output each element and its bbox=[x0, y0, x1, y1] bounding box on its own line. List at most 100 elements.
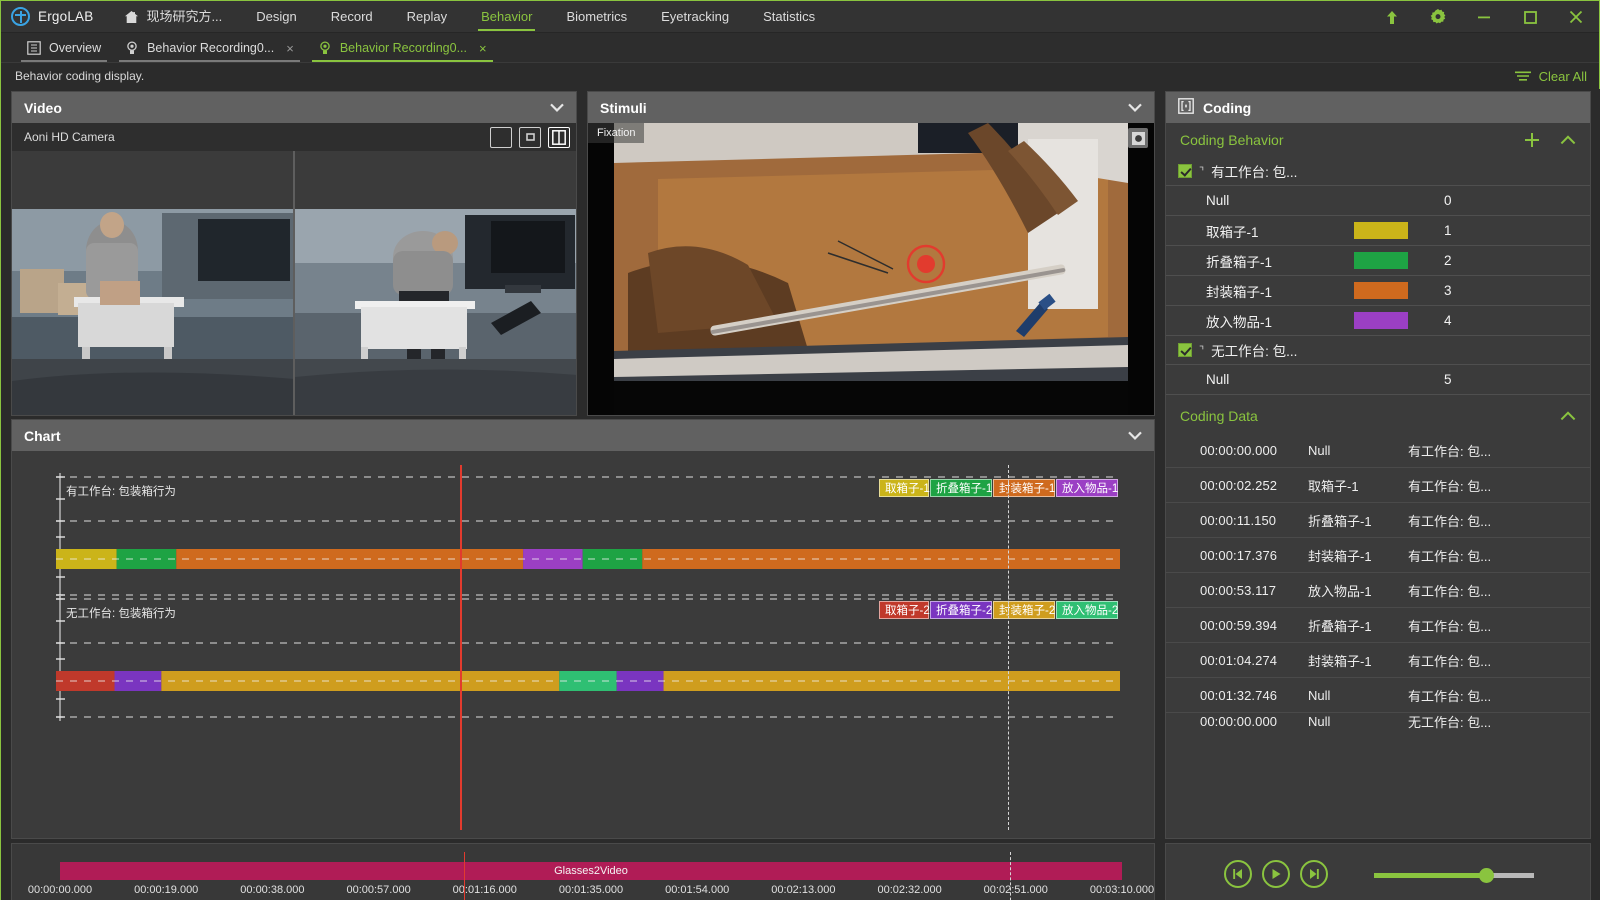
chart-legend-chip: 放入物品-1 bbox=[1056, 479, 1118, 497]
play-button[interactable] bbox=[1262, 860, 1290, 888]
coding-data-row[interactable]: 00:00:11.150折叠箱子-1有工作台: 包... bbox=[1166, 503, 1590, 538]
chart-legend-chip: 封装箱子-1 bbox=[993, 479, 1055, 497]
coding-data-group: 有工作台: 包... bbox=[1408, 511, 1590, 530]
coding-data-time: 00:00:00.000 bbox=[1200, 714, 1308, 729]
chart-panel: Chart 有工作台: 包装箱行为放入物品-1封装箱子-1折叠箱子-1取箱子-1… bbox=[11, 419, 1155, 839]
tab-bar: Overview Behavior Recording0... × Behavi… bbox=[1, 33, 1599, 63]
behavior-row[interactable]: Null5 bbox=[1166, 365, 1590, 395]
menu-item-statistics[interactable]: Statistics bbox=[746, 1, 832, 33]
zoom-slider[interactable] bbox=[1374, 873, 1534, 878]
split-view-button[interactable] bbox=[548, 127, 570, 148]
timeline-body[interactable]: Glasses2Video 00:00:00.00000:00:19.00000… bbox=[12, 844, 1154, 900]
video-feed-left[interactable] bbox=[12, 151, 293, 415]
behavior-group-label: 无工作台: 包... bbox=[1211, 340, 1297, 360]
behavior-name: 封装箱子-1 bbox=[1206, 281, 1354, 301]
slider-knob[interactable] bbox=[1479, 868, 1494, 883]
behavior-index: 5 bbox=[1444, 372, 1452, 387]
menu-item-field-study[interactable]: 现场研究方... bbox=[107, 1, 239, 33]
coding-data-section-header: Coding Data bbox=[1166, 399, 1590, 433]
menu-item-record[interactable]: Record bbox=[314, 1, 390, 33]
menu-item-behavior[interactable]: Behavior bbox=[464, 1, 549, 33]
application-window: ErgoLAB 现场研究方... Design Record Replay Be… bbox=[0, 0, 1600, 900]
tab-close-button[interactable]: × bbox=[479, 41, 487, 56]
tab-close-button[interactable]: × bbox=[286, 41, 294, 56]
menu-item-eyetracking[interactable]: Eyetracking bbox=[644, 1, 746, 33]
image-toggle-icon[interactable] bbox=[1128, 128, 1148, 148]
chevron-down-icon[interactable] bbox=[1128, 431, 1142, 440]
coding-data-row[interactable]: 00:00:53.117放入物品-1有工作台: 包... bbox=[1166, 573, 1590, 608]
chart-cursor[interactable] bbox=[1008, 465, 1009, 830]
coding-data-behavior: 取箱子-1 bbox=[1308, 476, 1408, 495]
timeline-cursor[interactable] bbox=[1010, 852, 1011, 900]
coding-data-row[interactable]: 00:00:17.376封装箱子-1有工作台: 包... bbox=[1166, 538, 1590, 573]
behavior-row[interactable]: 封装箱子-13 bbox=[1166, 276, 1590, 306]
status-text: Behavior coding display. bbox=[15, 69, 144, 83]
timeline-playhead[interactable] bbox=[464, 852, 466, 900]
step-back-button[interactable] bbox=[1224, 860, 1252, 888]
chart-legend-chip: 放入物品-2 bbox=[1056, 601, 1118, 619]
coding-data-behavior: Null bbox=[1308, 714, 1408, 729]
behavior-group[interactable]: ⌝ 无工作台: 包... bbox=[1166, 336, 1590, 365]
stimuli-view[interactable]: Fixation bbox=[588, 123, 1154, 415]
behavior-index: 1 bbox=[1444, 223, 1452, 238]
coding-data-time: 00:00:59.394 bbox=[1200, 618, 1308, 633]
coding-data-row[interactable]: 00:00:02.252取箱子-1有工作台: 包... bbox=[1166, 468, 1590, 503]
chart-body[interactable]: 有工作台: 包装箱行为放入物品-1封装箱子-1折叠箱子-1取箱子-1无工作台: … bbox=[12, 451, 1154, 838]
coding-behavior-title: Coding Behavior bbox=[1180, 132, 1284, 148]
collapse-data-button[interactable] bbox=[1560, 411, 1576, 421]
upload-icon[interactable] bbox=[1369, 1, 1415, 33]
video-feed-right[interactable] bbox=[295, 151, 576, 415]
timeline-track-label: Glasses2Video bbox=[554, 865, 628, 877]
coding-data-time: 00:00:17.376 bbox=[1200, 548, 1308, 563]
menu-item-replay[interactable]: Replay bbox=[390, 1, 464, 33]
menu-items: 现场研究方... Design Record Replay Behavior B… bbox=[107, 1, 832, 33]
behavior-group[interactable]: ⌝有工作台: 包... bbox=[1166, 157, 1590, 186]
gear-icon[interactable] bbox=[1415, 1, 1461, 33]
camera-icon bbox=[125, 41, 139, 55]
tree-branch-icon: ⌝ bbox=[1199, 344, 1204, 357]
behavior-row[interactable]: 放入物品-14 bbox=[1166, 306, 1590, 336]
behavior-color-swatch bbox=[1354, 222, 1408, 239]
tab-behavior-recording-1[interactable]: Behavior Recording0... × bbox=[113, 34, 306, 62]
list-icon bbox=[27, 41, 41, 55]
coding-data-group: 有工作台: 包... bbox=[1408, 476, 1590, 495]
maximize-icon[interactable] bbox=[1507, 1, 1553, 33]
chevron-down-icon[interactable] bbox=[550, 103, 564, 112]
behavior-row[interactable]: Null0 bbox=[1166, 186, 1590, 216]
timeline-track[interactable]: Glasses2Video bbox=[60, 862, 1122, 880]
chart-playhead[interactable] bbox=[460, 465, 462, 830]
menu-item-design[interactable]: Design bbox=[239, 1, 313, 33]
behavior-group-checkbox[interactable] bbox=[1178, 164, 1192, 178]
single-view-button[interactable] bbox=[490, 127, 512, 148]
behavior-row[interactable]: 取箱子-11 bbox=[1166, 216, 1590, 246]
minimize-icon[interactable] bbox=[1461, 1, 1507, 33]
chevron-down-icon[interactable] bbox=[1128, 103, 1142, 112]
tab-underline bbox=[119, 60, 300, 62]
step-forward-button[interactable] bbox=[1300, 860, 1328, 888]
behavior-name: 折叠箱子-1 bbox=[1206, 251, 1354, 271]
fixation-label: Fixation bbox=[588, 123, 644, 143]
coding-data-row[interactable]: 00:01:32.746Null有工作台: 包... bbox=[1166, 678, 1590, 713]
coding-data-time: 00:00:02.252 bbox=[1200, 478, 1308, 493]
behavior-row[interactable]: 折叠箱子-12 bbox=[1166, 246, 1590, 276]
behavior-group-checkbox[interactable] bbox=[1178, 343, 1192, 357]
coding-data-group: 有工作台: 包... bbox=[1408, 686, 1590, 705]
close-icon[interactable] bbox=[1553, 1, 1599, 33]
tab-behavior-recording-2[interactable]: Behavior Recording0... × bbox=[306, 34, 499, 62]
menu-item-biometrics[interactable]: Biometrics bbox=[549, 1, 644, 33]
menu-bar: ErgoLAB 现场研究方... Design Record Replay Be… bbox=[1, 1, 1599, 33]
tab-overview[interactable]: Overview bbox=[15, 34, 113, 62]
coding-data-list[interactable]: 00:00:00.000Null有工作台: 包...00:00:02.252取箱… bbox=[1166, 433, 1590, 729]
add-behavior-button[interactable] bbox=[1524, 132, 1540, 148]
video-panel-header: Video bbox=[12, 92, 576, 123]
coding-data-row[interactable]: 00:01:04.274封装箱子-1有工作台: 包... bbox=[1166, 643, 1590, 678]
clear-all-button[interactable]: Clear All bbox=[1515, 63, 1587, 89]
behavior-color-swatch bbox=[1354, 252, 1408, 269]
pip-view-button[interactable] bbox=[519, 127, 541, 148]
coding-data-row[interactable]: 00:00:00.000Null有工作台: 包... bbox=[1166, 433, 1590, 468]
coding-data-row[interactable]: 00:00:00.000Null无工作台: 包... bbox=[1166, 713, 1590, 729]
coding-data-row[interactable]: 00:00:59.394折叠箱子-1有工作台: 包... bbox=[1166, 608, 1590, 643]
coding-data-group: 有工作台: 包... bbox=[1408, 546, 1590, 565]
slider-fill bbox=[1374, 873, 1486, 878]
collapse-behavior-button[interactable] bbox=[1560, 135, 1576, 145]
